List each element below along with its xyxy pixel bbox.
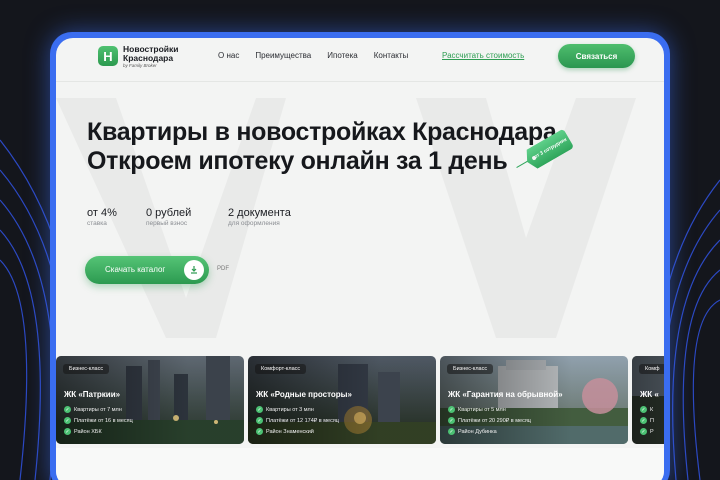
- complex-title: ЖК «: [640, 390, 659, 399]
- feature-text: Р: [650, 428, 654, 435]
- check-icon: ✓: [640, 428, 647, 435]
- feature-item: ✓ Район Знаменский: [256, 426, 339, 437]
- feature-item: ✓ Район ХБК: [64, 426, 133, 437]
- stat-label: первый взнос: [146, 220, 188, 227]
- site-header: Н Новостройки Краснодара by Family Broke…: [56, 38, 664, 78]
- calculate-cost-link[interactable]: Рассчитать стоимость: [442, 51, 524, 60]
- brand-tagline: by Family Broker: [123, 63, 157, 68]
- feature-text: Квартиры от 7 млн: [74, 406, 122, 413]
- brand-name-line2: Краснодара: [123, 53, 174, 63]
- background-watermark: [56, 98, 636, 338]
- check-icon: ✓: [64, 406, 71, 413]
- check-icon: ✓: [256, 406, 263, 413]
- contact-button[interactable]: Связаться: [558, 44, 635, 68]
- complex-card[interactable]: Комфорт-класс ЖК «Родные просторы» ✓ Квар…: [248, 356, 436, 444]
- feature-item: ✓ Квартиры от 3 млн: [256, 404, 339, 415]
- feature-item: ✓ Р: [640, 426, 654, 437]
- check-icon: ✓: [64, 417, 71, 424]
- check-icon: ✓: [256, 417, 263, 424]
- feature-item: ✓ К: [640, 404, 654, 415]
- complex-card[interactable]: Бизнес-класс ЖК «Гарантия на обрывной» ✓…: [440, 356, 628, 444]
- feature-item: ✓ П: [640, 415, 654, 426]
- feature-item: ✓ Район Дубинка: [448, 426, 531, 437]
- class-badge: Комф: [639, 364, 664, 374]
- check-icon: ✓: [448, 406, 455, 413]
- check-icon: ✓: [448, 417, 455, 424]
- nav-item-contacts[interactable]: Контакты: [374, 51, 409, 60]
- stat-value: 2 документа: [228, 207, 291, 219]
- complex-features: ✓ Квартиры от 5 млн ✓ Платёжи от 20 290₽ в…: [448, 404, 531, 437]
- check-icon: ✓: [640, 417, 647, 424]
- main-nav: О нас Преимущества Ипотека Контакты: [218, 51, 424, 60]
- feature-text: Квартиры от 5 млн: [458, 406, 506, 413]
- complex-features: ✓ Квартиры от 7 млн ✓ Платёжи от 16 в меся…: [64, 404, 133, 437]
- download-icon: [184, 260, 204, 280]
- complex-card[interactable]: Комф ЖК « ✓ К ✓ П ✓ Р: [632, 356, 664, 444]
- nav-item-advantages[interactable]: Преимущества: [255, 51, 311, 60]
- feature-text: Район ХБК: [74, 428, 102, 435]
- complex-title: ЖК «Родные просторы»: [256, 390, 352, 399]
- feature-text: К: [650, 406, 654, 413]
- check-icon: ✓: [256, 428, 263, 435]
- class-badge: Комфорт-класс: [255, 364, 307, 374]
- check-icon: ✓: [64, 428, 71, 435]
- download-catalog-label: Скачать каталог: [105, 265, 166, 274]
- feature-item: ✓ Платёжи от 20 290₽ в месяц: [448, 415, 531, 426]
- download-catalog-button[interactable]: Скачать каталог: [85, 256, 209, 284]
- stat-value: от 4%: [87, 207, 117, 219]
- landing-page: Н Новостройки Краснодара by Family Broke…: [56, 38, 664, 480]
- class-badge: Бизнес-класс: [63, 364, 110, 374]
- feature-text: Район Дубинка: [458, 428, 497, 435]
- feature-text: П: [650, 417, 654, 424]
- header-divider: [56, 81, 664, 82]
- stat-documents: 2 документа для оформления: [228, 207, 291, 227]
- stat-value: 0 рублей: [146, 207, 192, 219]
- nav-item-mortgage[interactable]: Ипотека: [327, 51, 358, 60]
- nav-item-about[interactable]: О нас: [218, 51, 239, 60]
- feature-item: ✓ Платёжи от 16 в месяц: [64, 415, 133, 426]
- check-icon: ✓: [640, 406, 647, 413]
- catalog-format-label: PDF: [217, 266, 229, 272]
- complex-title: ЖК «Гарантия на обрывной»: [448, 390, 563, 399]
- complex-title: ЖК «Патркии»: [64, 390, 121, 399]
- feature-text: Платёжи от 16 в месяц: [74, 417, 133, 424]
- stat-down-payment: 0 рублей первый взнос: [146, 207, 191, 227]
- logo-icon[interactable]: Н: [98, 46, 118, 66]
- stat-rate: от 4% ставка: [87, 207, 117, 227]
- feature-text: Квартиры от 3 млн: [266, 406, 314, 413]
- complex-features: ✓ К ✓ П ✓ Р: [640, 404, 654, 437]
- feature-item: ✓ Квартиры от 7 млн: [64, 404, 133, 415]
- stat-label: ставка: [87, 220, 107, 227]
- class-badge: Бизнес-класс: [447, 364, 494, 374]
- complex-features: ✓ Квартиры от 3 млн ✓ Платёжи от 12 174₽ в…: [256, 404, 339, 437]
- feature-text: Платёжи от 12 174₽ в месяц: [266, 417, 339, 424]
- feature-item: ✓ Квартиры от 5 млн: [448, 404, 531, 415]
- residential-complex-cards: Бизнес-класс ЖК «Патркии» ✓ Квартиры от 7…: [56, 356, 664, 444]
- stat-label: для оформления: [228, 220, 280, 227]
- next-section: [56, 448, 664, 480]
- feature-text: Район Знаменский: [266, 428, 314, 435]
- brand-name[interactable]: Новостройки Краснодара by Family Broker: [123, 45, 179, 69]
- check-icon: ✓: [448, 428, 455, 435]
- feature-text: Платёжи от 20 290₽ в месяц: [458, 417, 531, 424]
- complex-card[interactable]: Бизнес-класс ЖК «Патркии» ✓ Квартиры от 7…: [56, 356, 244, 444]
- feature-item: ✓ Платёжи от 12 174₽ в месяц: [256, 415, 339, 426]
